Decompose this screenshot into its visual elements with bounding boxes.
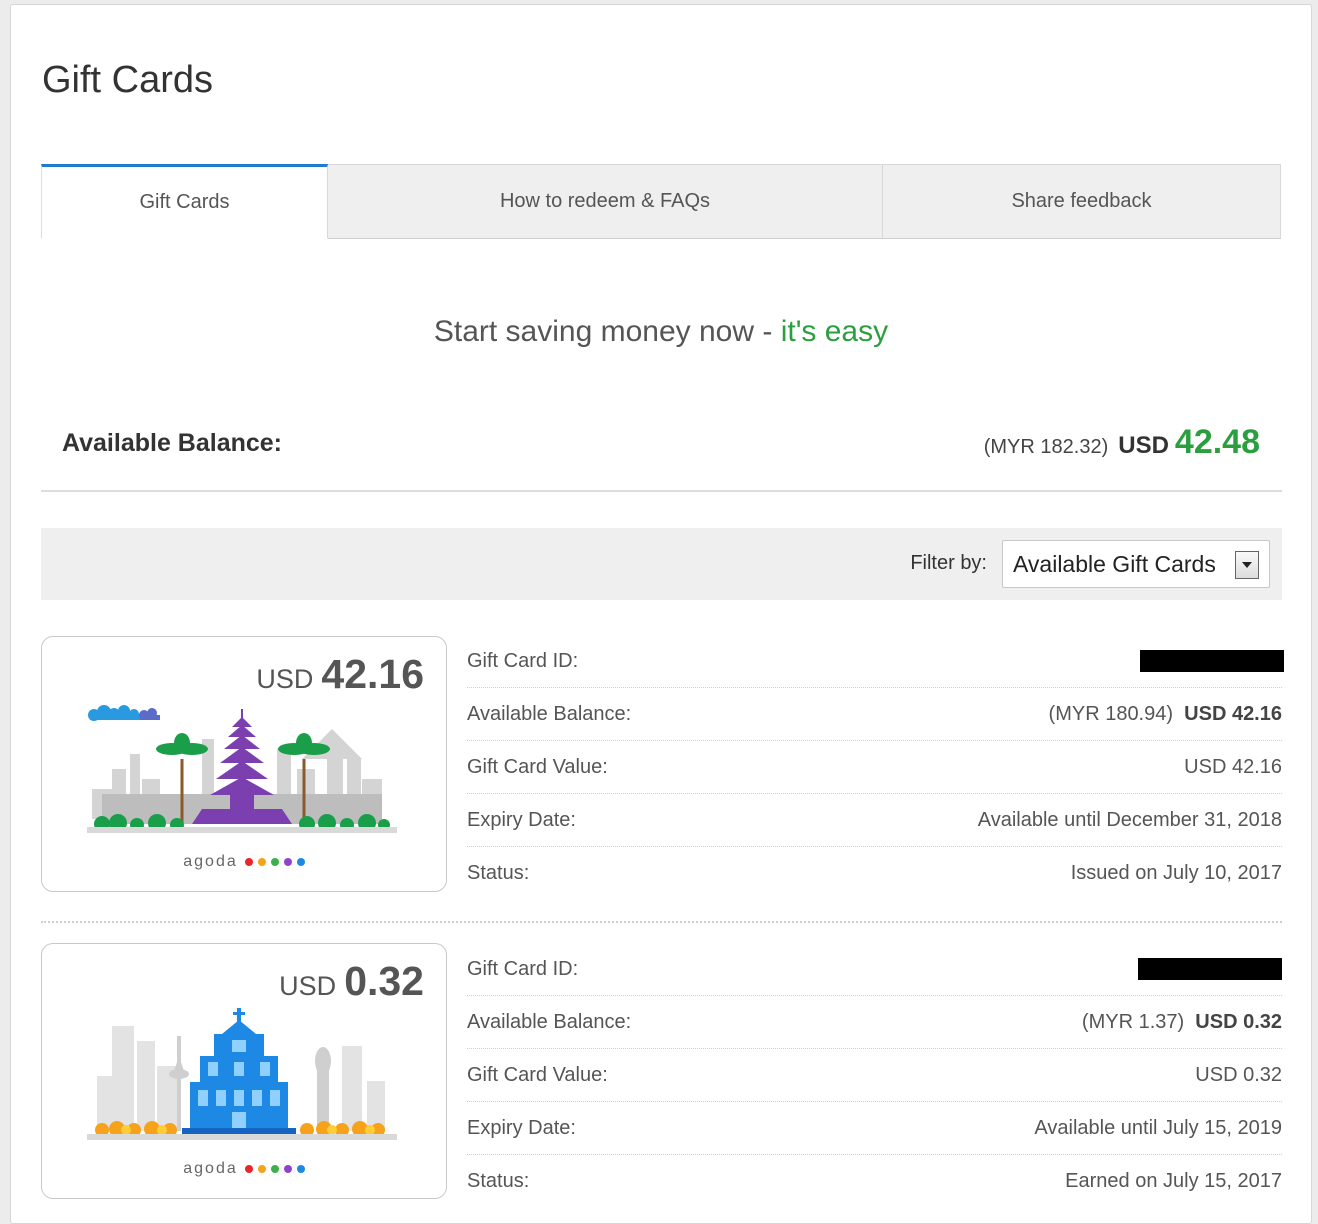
tab-share-feedback[interactable]: Share feedback: [883, 164, 1281, 239]
brand-dot: [244, 858, 253, 866]
balance-usd: USD 0.32: [1195, 1010, 1282, 1033]
value-label: Gift Card Value:: [467, 755, 608, 778]
tab-bar: Gift Cards How to redeem & FAQs Share fe…: [41, 164, 1281, 239]
status-value: Issued on July 10, 2017: [1070, 862, 1282, 884]
headline-accent: it's easy: [780, 315, 889, 348]
card-value: 0.32: [344, 958, 424, 1004]
filter-select[interactable]: Available Gift Cards: [1002, 540, 1270, 588]
available-balance-label: Available Balance:: [62, 429, 283, 457]
detail-row-id: Gift Card ID:: [467, 635, 1284, 688]
detail-row-status: Status: Issued on July 10, 2017: [467, 847, 1282, 900]
card-value: 42.16: [321, 651, 424, 697]
balance-label: Available Balance:: [467, 702, 632, 725]
agoda-brand-text: agoda: [183, 1160, 238, 1177]
status-label: Status:: [467, 862, 530, 884]
balance-myr: (MYR 180.94): [1048, 702, 1174, 725]
available-balance-value: (MYR 182.32) USD 42.48: [984, 423, 1260, 462]
status-value: Earned on July 15, 2017: [1065, 1170, 1282, 1192]
detail-row-id: Gift Card ID:: [467, 943, 1282, 996]
expiry-value: Available until December 31, 2018: [977, 808, 1282, 831]
headline: Start saving money now - it's easy: [11, 315, 1311, 349]
id-label: Gift Card ID:: [467, 957, 579, 980]
balance-amount: 42.48: [1174, 423, 1260, 461]
balance-myr: (MYR 1.37): [1081, 1010, 1185, 1033]
agoda-logo: agoda: [42, 1160, 446, 1178]
detail-row-value: Gift Card Value: USD 0.32: [467, 1049, 1282, 1102]
agoda-brand-text: agoda: [183, 853, 238, 870]
redacted-id: [1138, 958, 1282, 980]
balance-currency: USD: [1118, 432, 1169, 459]
brand-dot: [257, 858, 266, 866]
agoda-logo: agoda: [42, 853, 446, 871]
id-label: Gift Card ID:: [467, 649, 579, 672]
status-label: Status:: [467, 1170, 530, 1192]
gift-card-image[interactable]: USD 42.16 agoda: [41, 636, 447, 892]
balance-value: (MYR 1.37) USD 0.32: [1082, 1011, 1282, 1034]
filter-label: Filter by:: [910, 552, 987, 574]
gift-cards-panel: Gift Cards Gift Cards How to redeem & FA…: [10, 4, 1312, 1224]
divider: [41, 490, 1282, 492]
gift-card-details: Gift Card ID: Available Balance: (MYR 1.…: [467, 943, 1282, 1208]
brand-dot: [283, 1165, 292, 1173]
detail-row-expiry: Expiry Date: Available until December 31…: [467, 794, 1282, 847]
brand-dot: [296, 1165, 305, 1173]
value-label: Gift Card Value:: [467, 1063, 608, 1086]
chevron-down-icon[interactable]: [1235, 551, 1259, 579]
balance-usd: USD 42.16: [1184, 702, 1282, 725]
detail-row-balance: Available Balance: (MYR 180.94) USD 42.1…: [467, 688, 1282, 741]
card-currency: USD: [279, 971, 337, 1001]
brand-dot: [270, 1165, 279, 1173]
card-value-text: USD 42.16: [1184, 755, 1282, 778]
expiry-label: Expiry Date:: [467, 1116, 576, 1139]
balance-value: (MYR 180.94) USD 42.16: [1049, 703, 1282, 726]
card-amount: USD 0.32: [279, 958, 424, 1005]
brand-dot: [270, 858, 279, 866]
bali-temple-illustration: [87, 705, 397, 833]
detail-row-value: Gift Card Value: USD 42.16: [467, 741, 1282, 794]
tab-how-to-redeem[interactable]: How to redeem & FAQs: [328, 164, 883, 239]
card-currency: USD: [256, 664, 314, 694]
balance-myr: (MYR 182.32): [983, 436, 1109, 458]
detail-row-status: Status: Earned on July 15, 2017: [467, 1155, 1282, 1208]
card-amount: USD 42.16: [256, 651, 424, 698]
brand-dot: [283, 858, 292, 866]
expiry-label: Expiry Date:: [467, 808, 576, 831]
expiry-value: Available until July 15, 2019: [1034, 1116, 1282, 1139]
filter-bar: Filter by: Available Gift Cards: [41, 528, 1282, 600]
detail-row-expiry: Expiry Date: Available until July 15, 20…: [467, 1102, 1282, 1155]
page-title: Gift Cards: [42, 59, 214, 101]
detail-row-balance: Available Balance: (MYR 1.37) USD 0.32: [467, 996, 1282, 1049]
brand-dot: [244, 1165, 253, 1173]
balance-label: Available Balance:: [467, 1010, 632, 1033]
card-value-text: USD 0.32: [1195, 1063, 1282, 1086]
gift-card-image[interactable]: USD 0.32 agoda: [41, 943, 447, 1199]
gift-card-details: Gift Card ID: Available Balance: (MYR 18…: [467, 635, 1284, 900]
brand-dot: [296, 858, 305, 866]
headline-text: Start saving money now -: [433, 315, 781, 348]
card-divider: [41, 921, 1282, 923]
brand-dot: [257, 1165, 266, 1173]
macau-ruins-illustration: [87, 1008, 397, 1140]
tab-gift-cards[interactable]: Gift Cards: [41, 164, 328, 239]
redacted-id: [1140, 650, 1284, 672]
filter-selected-value: Available Gift Cards: [1013, 550, 1216, 577]
